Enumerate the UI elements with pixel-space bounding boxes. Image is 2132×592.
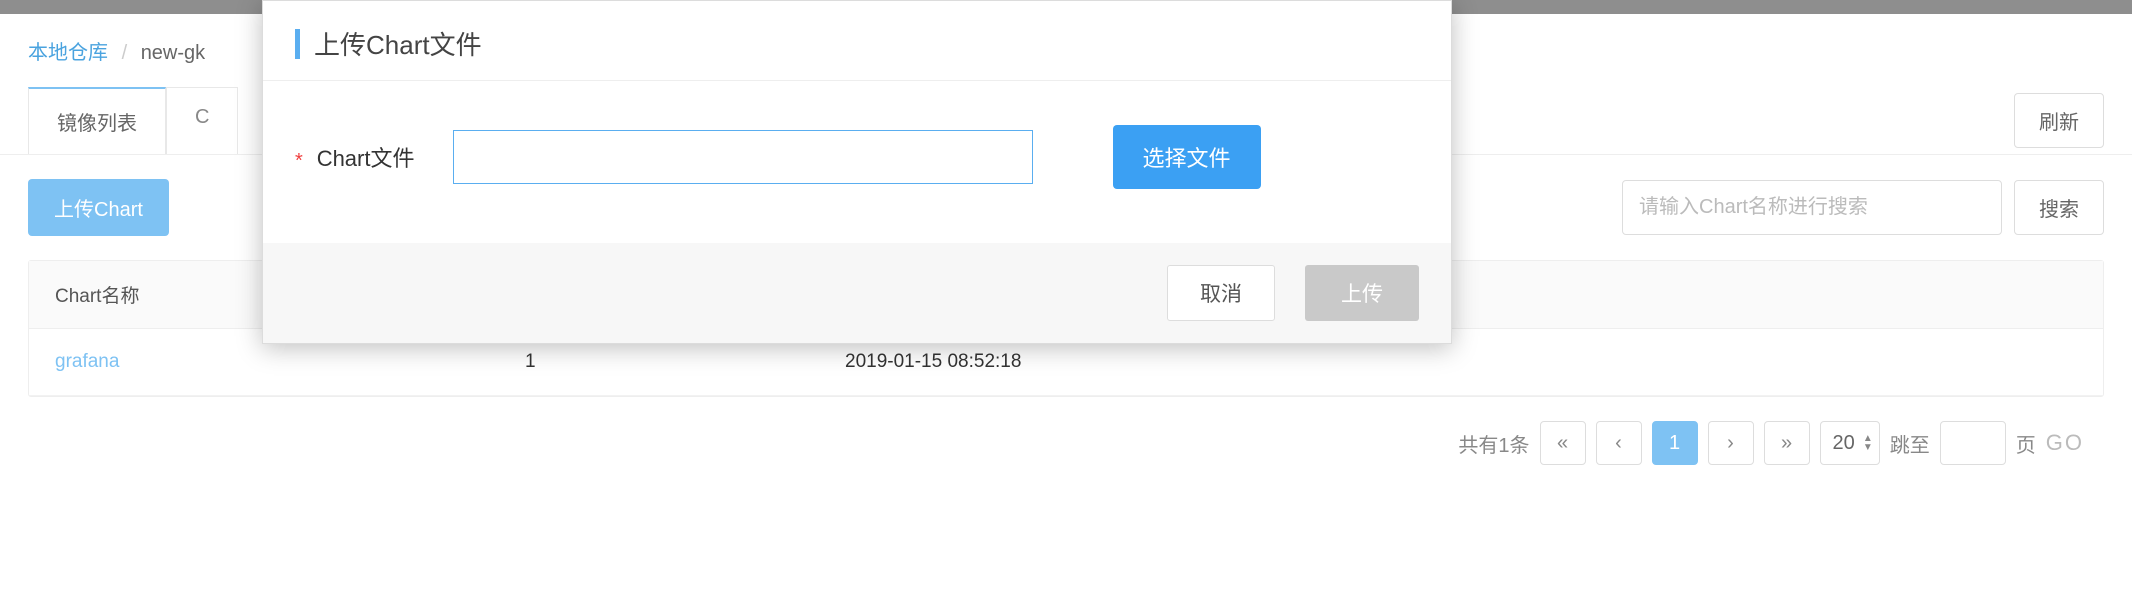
required-mark: *: [295, 150, 303, 172]
search-group: 搜索: [1622, 180, 2104, 235]
submit-button[interactable]: 上传: [1305, 265, 1419, 321]
pg-first[interactable]: «: [1540, 421, 1586, 465]
upload-chart-button[interactable]: 上传Chart: [28, 179, 169, 236]
pg-last[interactable]: »: [1764, 421, 1810, 465]
tab-mirror-list[interactable]: 镜像列表: [28, 87, 166, 154]
pg-page-unit: 页: [2016, 429, 2036, 458]
modal-body: * Chart文件 选择文件: [263, 81, 1451, 243]
search-input[interactable]: [1622, 180, 2002, 235]
chart-file-label: Chart文件: [317, 146, 415, 171]
chart-name-link[interactable]: grafana: [55, 351, 119, 372]
pg-current[interactable]: 1: [1652, 421, 1698, 465]
pg-go-button[interactable]: GO: [2046, 430, 2084, 456]
modal-footer: 取消 上传: [263, 243, 1451, 343]
pagination: 共有1条 « ‹ 1 › » 20 ▲▼ 跳至 页 GO: [0, 397, 2132, 489]
pg-size-select[interactable]: 20 ▲▼: [1820, 421, 1880, 465]
tab-second[interactable]: C: [166, 87, 238, 154]
breadcrumb-root[interactable]: 本地仓库: [28, 42, 108, 64]
select-file-button[interactable]: 选择文件: [1113, 125, 1261, 189]
breadcrumb-current: new-gk: [141, 42, 205, 64]
modal-title: 上传Chart文件: [314, 25, 482, 62]
refresh-button[interactable]: 刷新: [2014, 93, 2104, 148]
cancel-button[interactable]: 取消: [1167, 265, 1275, 321]
search-button[interactable]: 搜索: [2014, 180, 2104, 235]
pg-next[interactable]: ›: [1708, 421, 1754, 465]
pg-total: 共有1条: [1458, 429, 1529, 458]
modal-header: 上传Chart文件: [263, 1, 1451, 81]
chart-file-input[interactable]: [453, 130, 1033, 184]
select-arrows-icon: ▲▼: [1863, 434, 1873, 452]
modal-title-bar: [295, 29, 300, 59]
breadcrumb-sep: /: [122, 42, 128, 64]
field-label-wrapper: * Chart文件: [295, 141, 415, 174]
pg-size-value: 20: [1833, 432, 1855, 455]
pg-jump-label: 跳至: [1890, 429, 1930, 458]
pg-prev[interactable]: ‹: [1596, 421, 1642, 465]
tabs: 镜像列表 C: [28, 87, 238, 154]
upload-chart-modal: 上传Chart文件 * Chart文件 选择文件 取消 上传: [262, 0, 1452, 344]
pg-jump-input[interactable]: [1940, 421, 2006, 465]
